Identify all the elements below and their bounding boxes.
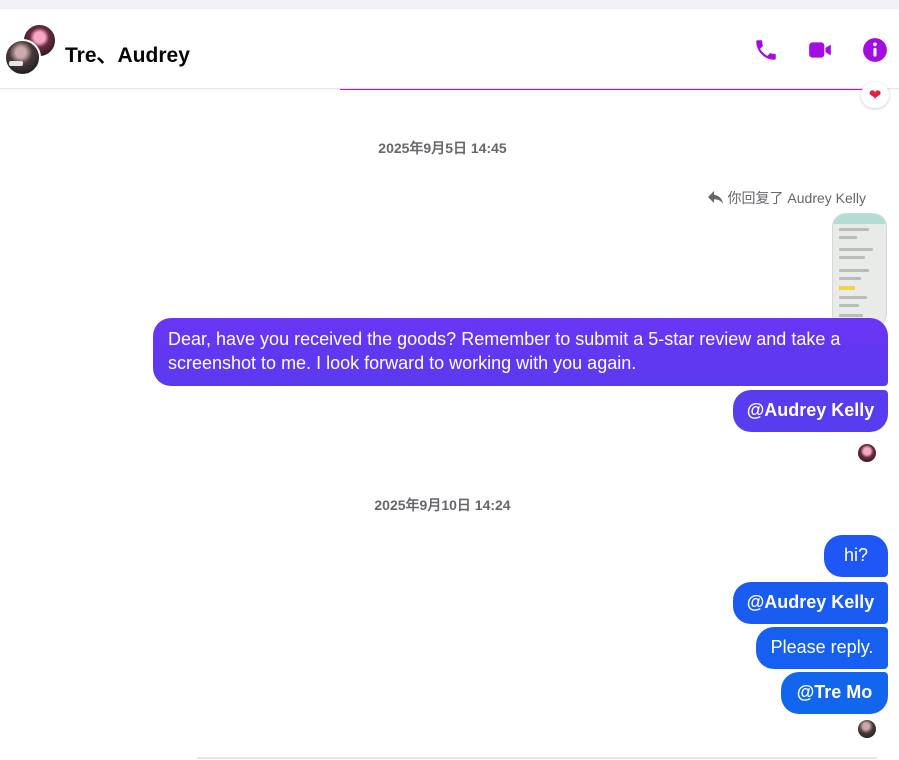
video-camera-icon <box>809 42 831 58</box>
timestamp: 2025年9月10日 14:24 <box>374 497 511 513</box>
avatar-tre <box>4 39 41 76</box>
mention-message-bubble[interactable]: @Audrey Kelly <box>733 582 888 624</box>
message-bubble[interactable]: Dear, have you received the goods? Remem… <box>153 318 888 386</box>
call-button[interactable] <box>750 34 782 66</box>
mention-message-bubble[interactable]: @Tre Mo <box>781 672 888 714</box>
message-bubble[interactable]: Please reply. <box>756 627 888 669</box>
mention-message-bubble[interactable]: @Audrey Kelly <box>733 390 888 432</box>
info-icon <box>863 38 887 62</box>
seen-avatar <box>858 444 876 462</box>
timestamp: 2025年9月5日 14:45 <box>378 140 507 156</box>
conversation-title[interactable]: Tre、Audrey <box>65 39 190 69</box>
phone-icon <box>756 40 776 60</box>
screenshot-attachment[interactable] <box>832 213 887 328</box>
heart-icon: ❤ <box>868 87 882 104</box>
reply-indicator: 你回复了 Audrey Kelly <box>707 188 866 208</box>
reply-indicator-text: 你回复了 Audrey Kelly <box>727 190 866 206</box>
video-call-button[interactable] <box>804 34 836 66</box>
heart-reaction[interactable]: ❤ <box>861 82 889 108</box>
seen-avatar <box>858 720 876 738</box>
message-bubble[interactable]: hi? <box>824 535 888 577</box>
conversation-info-button[interactable] <box>859 34 891 66</box>
composer-divider <box>197 757 877 759</box>
top-strip <box>0 0 899 9</box>
message-divider <box>340 89 870 90</box>
group-avatar[interactable] <box>4 23 58 77</box>
reply-arrow-icon <box>707 191 723 204</box>
chat-header: Tre、Audrey <box>0 9 899 89</box>
